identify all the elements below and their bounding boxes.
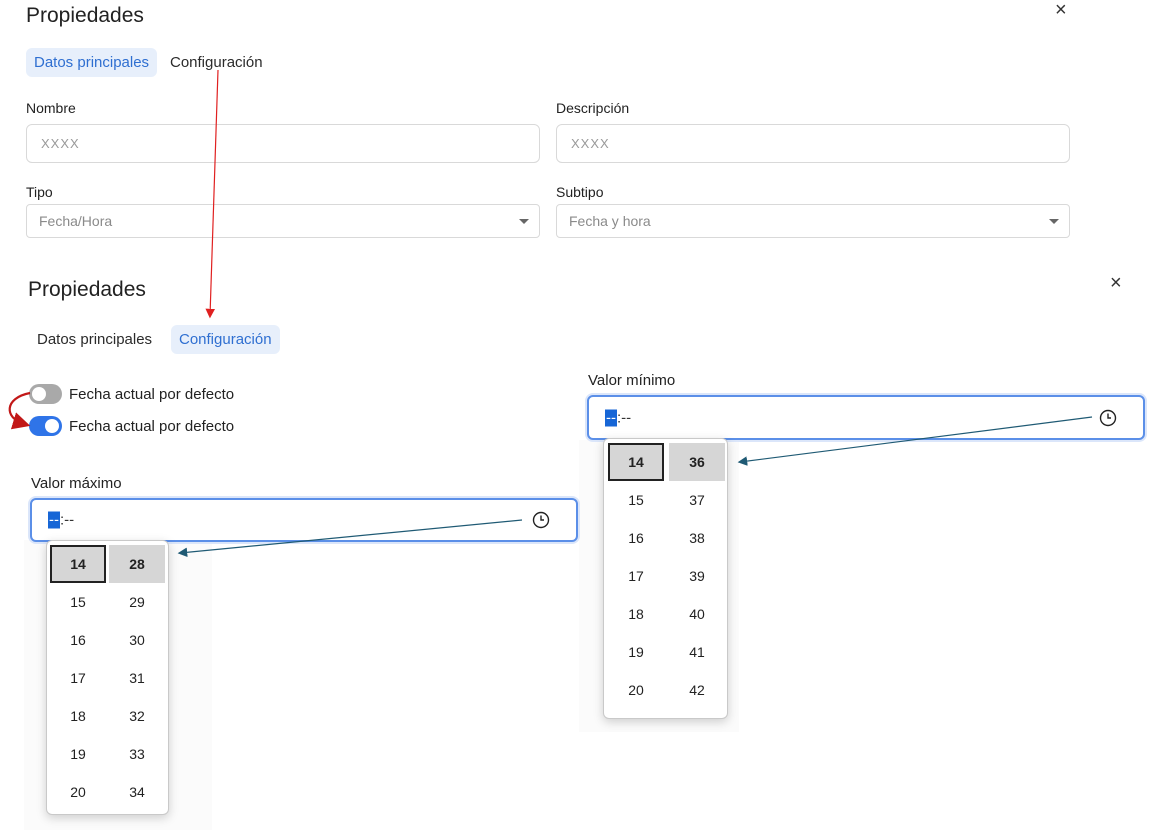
nombre-input[interactable] xyxy=(26,124,540,163)
tipo-select[interactable]: Fecha/Hora xyxy=(26,204,540,238)
fecha-actual-toggle-off[interactable] xyxy=(29,384,62,404)
minimo-hour-segment[interactable]: -- xyxy=(605,409,617,426)
annotation-arrow-tab-switch xyxy=(205,69,219,319)
clock-icon[interactable] xyxy=(1099,409,1117,427)
maximo-minute-segment[interactable]: -- xyxy=(64,512,74,529)
minimo-hour-option[interactable]: 14 xyxy=(608,443,664,481)
tipo-select-value: Fecha/Hora xyxy=(39,213,113,229)
subtipo-select[interactable]: Fecha y hora xyxy=(556,204,1070,238)
maximo-hour-option[interactable]: 15 xyxy=(50,583,106,621)
minimo-hours-column: 14 15 16 17 18 19 20 xyxy=(608,443,664,709)
minimo-minute-option[interactable]: 39 xyxy=(669,557,725,595)
chevron-down-icon xyxy=(1049,219,1059,224)
clock-icon[interactable] xyxy=(532,511,550,529)
minimo-minute-option[interactable]: 36 xyxy=(669,443,725,481)
valor-minimo-picker: 14 15 16 17 18 19 20 36 37 38 39 40 41 42 xyxy=(603,438,728,719)
valor-maximo-time-input[interactable]: -- : -- xyxy=(30,498,578,542)
minimo-minute-option[interactable]: 37 xyxy=(669,481,725,519)
top-close-icon[interactable]: × xyxy=(1055,0,1067,20)
minimo-hour-option[interactable]: 19 xyxy=(608,633,664,671)
toggle-knob xyxy=(45,419,59,433)
nombre-label: Nombre xyxy=(26,100,76,116)
minimo-minute-segment[interactable]: -- xyxy=(621,409,631,426)
descripcion-label: Descripción xyxy=(556,100,630,116)
maximo-minutes-column: 28 29 30 31 32 33 34 xyxy=(109,545,165,811)
bottom-panel-title: Propiedades xyxy=(28,278,146,301)
minimo-minute-option[interactable]: 41 xyxy=(669,633,725,671)
maximo-hour-option[interactable]: 17 xyxy=(50,659,106,697)
minimo-hour-option[interactable]: 16 xyxy=(608,519,664,557)
bottom-tab-datos-principales[interactable]: Datos principales xyxy=(29,325,160,354)
fecha-actual-toggle-on[interactable] xyxy=(29,416,62,436)
maximo-hour-option[interactable]: 18 xyxy=(50,697,106,735)
minimo-minute-option[interactable]: 40 xyxy=(669,595,725,633)
valor-minimo-time-input[interactable]: -- : -- xyxy=(587,395,1145,440)
bottom-tab-configuracion[interactable]: Configuración xyxy=(171,325,280,354)
top-tab-configuracion[interactable]: Configuración xyxy=(162,48,271,77)
minimo-minute-option[interactable]: 42 xyxy=(669,671,725,709)
maximo-minute-option[interactable]: 28 xyxy=(109,545,165,583)
valor-maximo-picker: 14 15 16 17 18 19 20 28 29 30 31 32 33 34 xyxy=(46,540,169,815)
minimo-hour-option[interactable]: 15 xyxy=(608,481,664,519)
maximo-hour-segment[interactable]: -- xyxy=(48,511,60,529)
maximo-hour-option[interactable]: 19 xyxy=(50,735,106,773)
fecha-actual-label-off: Fecha actual por defecto xyxy=(69,386,235,403)
maximo-minute-option[interactable]: 32 xyxy=(109,697,165,735)
fecha-actual-label-on: Fecha actual por defecto xyxy=(69,418,235,435)
annotation-arrow-toggle-change xyxy=(8,391,31,430)
minimo-hour-option[interactable]: 20 xyxy=(608,671,664,709)
maximo-hour-option[interactable]: 20 xyxy=(50,773,106,811)
top-tab-datos-principales[interactable]: Datos principales xyxy=(26,48,158,77)
minimo-hour-option[interactable]: 17 xyxy=(608,557,664,595)
subtipo-select-value: Fecha y hora xyxy=(569,213,651,229)
maximo-minute-option[interactable]: 33 xyxy=(109,735,165,773)
chevron-down-icon xyxy=(519,219,529,224)
toggle-knob xyxy=(32,387,46,401)
valor-maximo-label: Valor máximo xyxy=(31,475,122,492)
subtipo-label: Subtipo xyxy=(556,184,604,200)
minimo-hour-option[interactable]: 18 xyxy=(608,595,664,633)
maximo-minute-option[interactable]: 34 xyxy=(109,773,165,811)
maximo-minute-option[interactable]: 30 xyxy=(109,621,165,659)
bottom-close-icon[interactable]: × xyxy=(1110,273,1122,293)
maximo-hour-option[interactable]: 16 xyxy=(50,621,106,659)
descripcion-input[interactable] xyxy=(556,124,1070,163)
valor-minimo-label: Valor mínimo xyxy=(588,372,676,389)
minimo-minutes-column: 36 37 38 39 40 41 42 xyxy=(669,443,725,709)
maximo-hour-option[interactable]: 14 xyxy=(50,545,106,583)
top-panel-title: Propiedades xyxy=(26,4,144,27)
minimo-minute-option[interactable]: 38 xyxy=(669,519,725,557)
maximo-minute-option[interactable]: 31 xyxy=(109,659,165,697)
maximo-hours-column: 14 15 16 17 18 19 20 xyxy=(50,545,106,811)
maximo-minute-option[interactable]: 29 xyxy=(109,583,165,621)
tipo-label: Tipo xyxy=(26,184,53,200)
